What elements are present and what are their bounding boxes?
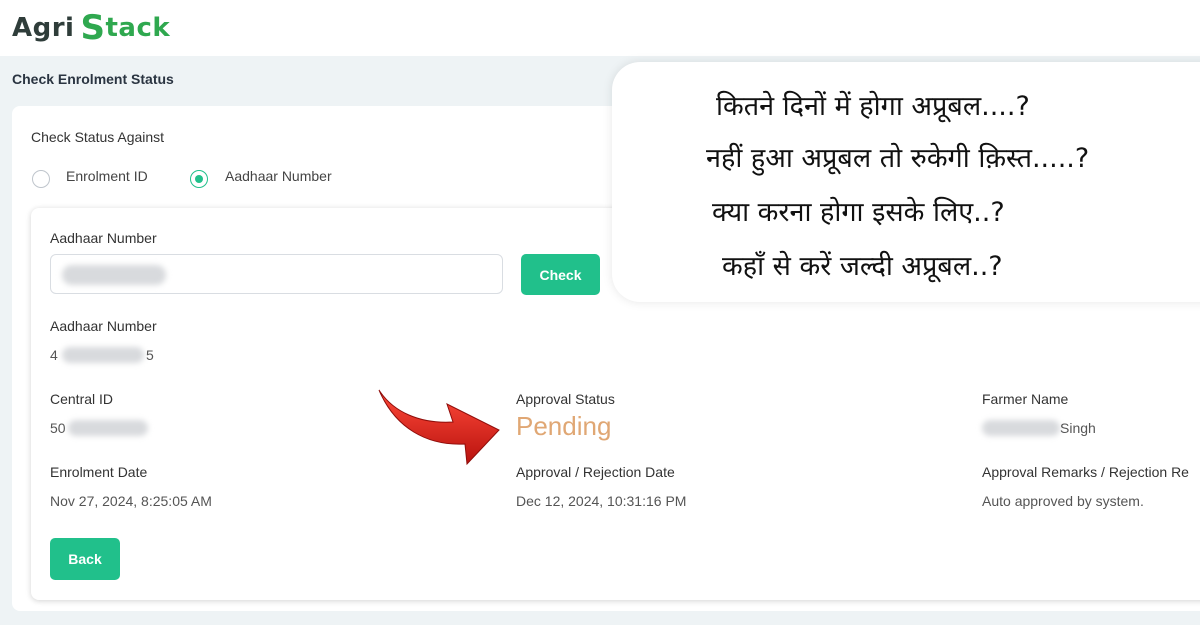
- approval-date-label: Approval / Rejection Date: [516, 464, 675, 480]
- redacted-aadhaar-input: [62, 265, 166, 285]
- aadhaar-number-prefix: 4: [50, 347, 58, 363]
- radio-enrolment-id[interactable]: [32, 170, 50, 188]
- approval-date-value: Dec 12, 2024, 10:31:16 PM: [516, 493, 687, 509]
- enrolment-date-label: Enrolment Date: [50, 464, 148, 480]
- page-title: Check Enrolment Status: [12, 71, 174, 87]
- approval-status-label: Approval Status: [516, 391, 615, 407]
- approval-remarks-label: Approval Remarks / Rejection Re: [982, 464, 1189, 480]
- redacted-farmer-name: [982, 420, 1060, 436]
- radio-aadhaar-number[interactable]: [190, 170, 208, 188]
- aadhaar-number-suffix: 5: [146, 347, 154, 363]
- aadhaar-field-label: Aadhaar Number: [50, 230, 157, 246]
- agristack-logo[interactable]: Agri S tack: [12, 8, 170, 48]
- enrolment-date-value: Nov 27, 2024, 8:25:05 AM: [50, 493, 212, 509]
- overlay-line-3: क्या करना होगा इसके लिए..?: [712, 197, 1005, 228]
- check-button[interactable]: Check: [521, 254, 600, 295]
- overlay-line-2: नहीं हुआ अप्रूबल तो रुकेगी क़िस्त.....?: [706, 143, 1090, 174]
- overlay-line-1: कितने दिनों में होगा अप्रूबल....?: [716, 91, 1030, 122]
- app-header: Agri S tack: [0, 0, 1200, 56]
- logo-text-s: S: [80, 8, 106, 48]
- approval-remarks-value: Auto approved by system.: [982, 493, 1144, 509]
- aadhaar-number-label: Aadhaar Number: [50, 318, 157, 334]
- farmer-name-suffix: Singh: [1060, 420, 1096, 436]
- approval-status-value: Pending: [516, 411, 612, 441]
- central-id-prefix: 50: [50, 420, 66, 436]
- overlay-line-4: कहाँ से करें जल्दी अप्रूबल..?: [722, 251, 1003, 282]
- logo-text-tack: tack: [105, 13, 171, 43]
- radio-enrolment-id-label[interactable]: Enrolment ID: [66, 168, 148, 184]
- check-against-label: Check Status Against: [31, 129, 165, 145]
- central-id-label: Central ID: [50, 391, 114, 407]
- redacted-aadhaar-number: [62, 347, 144, 363]
- redacted-central-id: [68, 420, 148, 436]
- red-arrow-icon: [378, 389, 500, 466]
- logo-text-agri: Agri: [12, 13, 75, 43]
- radio-aadhaar-number-label[interactable]: Aadhaar Number: [225, 168, 332, 184]
- farmer-name-label: Farmer Name: [982, 391, 1069, 407]
- back-button[interactable]: Back: [50, 538, 120, 580]
